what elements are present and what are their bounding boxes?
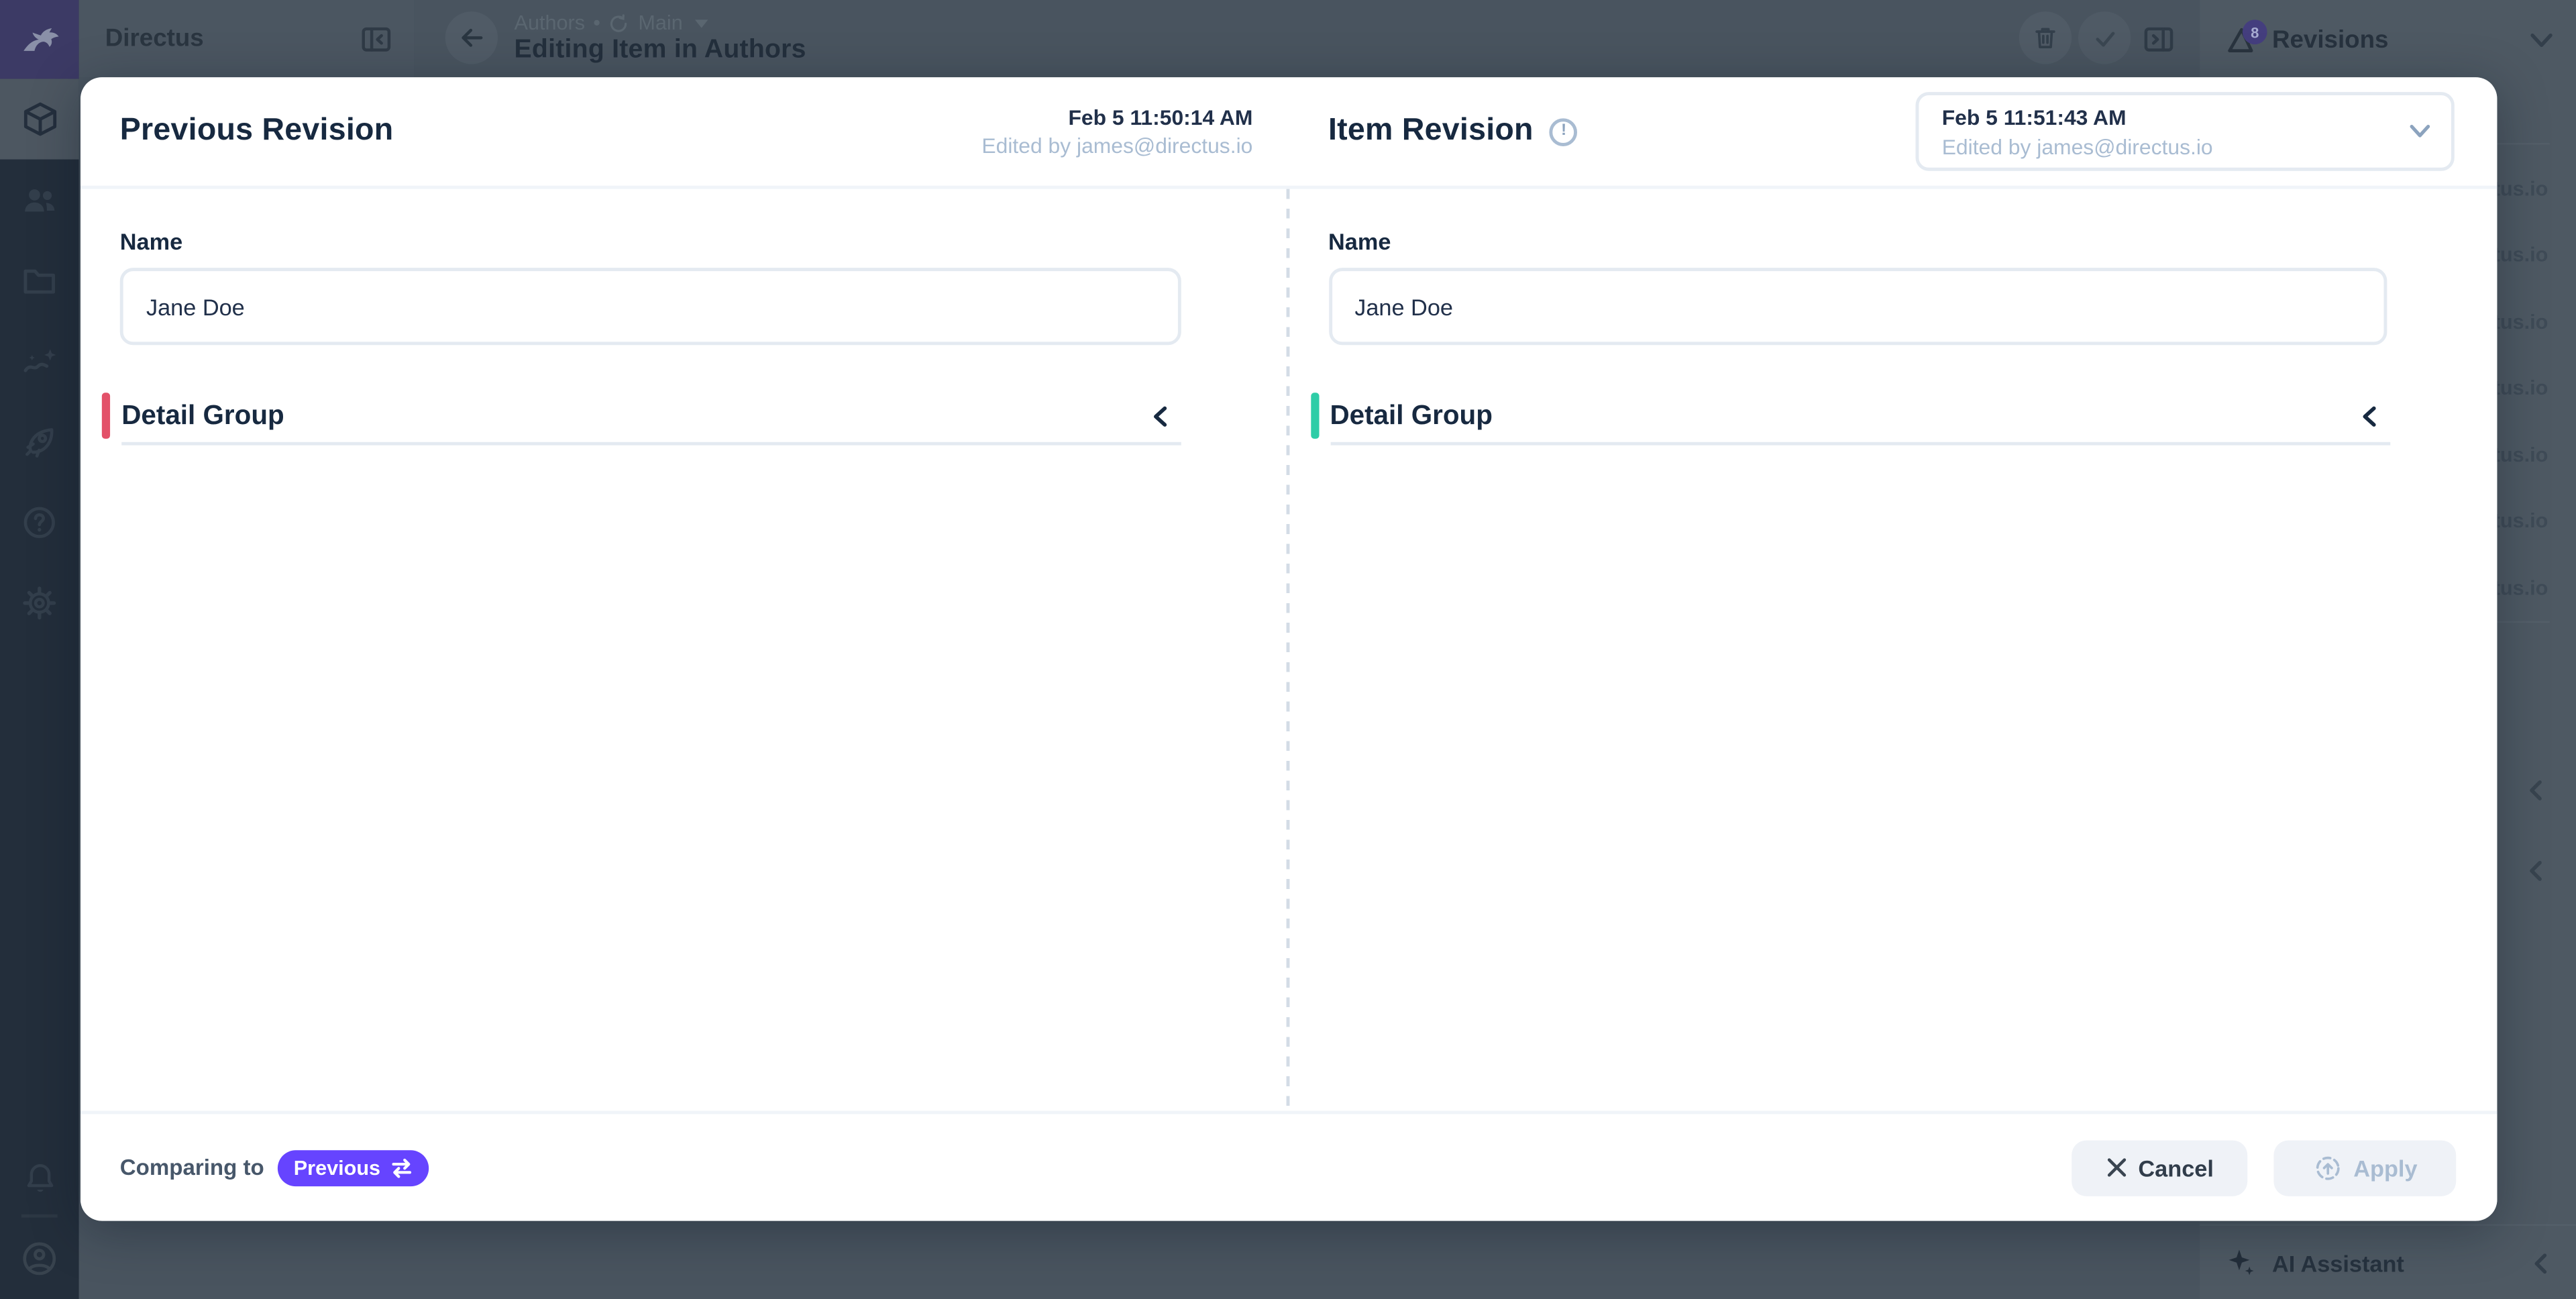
- module-content[interactable]: [0, 79, 79, 160]
- breadcrumb-separator: •: [593, 11, 600, 34]
- revision-compare-modal: Previous Revision Feb 5 11:50:14 AM Edit…: [80, 77, 2497, 1220]
- apply-upload-icon: [2312, 1153, 2342, 1182]
- revisions-panel-title: Revisions: [2272, 0, 2389, 82]
- detail-group-change-bar: [1310, 393, 1318, 439]
- ai-assistant-label: AI Assistant: [2272, 1226, 2404, 1299]
- module-users[interactable]: [0, 160, 79, 240]
- module-settings[interactable]: [0, 562, 79, 643]
- previous-revision-title: Previous Revision: [120, 113, 394, 150]
- previous-revision-pane: Name Detail Group: [80, 189, 1289, 1111]
- modal-header: Previous Revision Feb 5 11:50:14 AM Edit…: [80, 77, 2497, 189]
- breadcrumb-version[interactable]: Main: [638, 11, 682, 34]
- module-help[interactable]: [0, 482, 79, 562]
- page-title: Editing Item in Authors: [515, 36, 806, 66]
- chevron-left-icon[interactable]: [2527, 860, 2545, 882]
- module-marketplace[interactable]: [0, 401, 79, 482]
- nav-sidebar-header: Directus: [79, 0, 415, 77]
- apply-label: Apply: [2353, 1154, 2417, 1180]
- app-root: Directus Authors • Main Editing Item in …: [0, 0, 2576, 1299]
- version-caret-icon[interactable]: [694, 19, 708, 27]
- chevron-left-icon[interactable]: [2532, 1252, 2550, 1275]
- user-avatar-icon[interactable]: [0, 1234, 79, 1283]
- module-insights[interactable]: [0, 321, 79, 401]
- selected-revision-edited-by: Edited by james@directus.io: [1942, 133, 2392, 162]
- cancel-label: Cancel: [2138, 1154, 2213, 1180]
- save-button[interactable]: [2078, 11, 2131, 64]
- open-sidebar-icon[interactable]: [2141, 21, 2177, 58]
- item-revision-title: Item Revision: [1328, 113, 1534, 150]
- modal-body: Name Detail Group Name Detail Group: [80, 189, 2497, 1111]
- chevron-down-icon: [2408, 123, 2431, 140]
- item-revision-header: Item Revision ! Feb 5 11:51:43 AM Edited…: [1289, 77, 2497, 186]
- back-button[interactable]: [445, 11, 498, 64]
- version-sync-icon: [608, 12, 630, 34]
- detail-group-change-bar: [102, 393, 110, 439]
- previous-revision-timestamp: Feb 5 11:50:14 AM: [981, 103, 1252, 132]
- divider: [1330, 442, 2390, 446]
- compare-target-label: Previous: [294, 1156, 380, 1179]
- directus-rabbit-icon[interactable]: [0, 0, 79, 79]
- previous-revision-header: Previous Revision Feb 5 11:50:14 AM Edit…: [80, 77, 1289, 186]
- info-icon[interactable]: !: [1550, 117, 1578, 146]
- panes-dashed-divider: [1287, 189, 1290, 1111]
- modal-footer: Comparing to Previous Cancel Apply: [80, 1111, 2497, 1221]
- revisions-count-badge: 8: [2243, 19, 2267, 44]
- apply-button[interactable]: Apply: [2273, 1139, 2456, 1195]
- page-header: Authors • Main Editing Item in Authors: [414, 0, 2200, 77]
- previous-revision-meta: Feb 5 11:50:14 AM Edited by james@direct…: [981, 103, 1252, 159]
- name-field-input[interactable]: [120, 268, 1181, 345]
- sparkle-icon: [2226, 1247, 2255, 1277]
- project-name: Directus: [105, 0, 204, 77]
- revision-select-dropdown[interactable]: Feb 5 11:51:43 AM Edited by james@direct…: [1916, 92, 2455, 171]
- module-files[interactable]: [0, 240, 79, 321]
- breadcrumb-collection[interactable]: Authors: [515, 11, 586, 34]
- notifications-bell-icon[interactable]: [0, 1153, 79, 1202]
- divider: [21, 1214, 58, 1218]
- name-field-label: Name: [1328, 228, 1391, 254]
- close-icon: [2105, 1157, 2127, 1178]
- name-field-input[interactable]: [1328, 268, 2386, 345]
- delete-item-button[interactable]: [2019, 11, 2072, 64]
- collapse-nav-icon[interactable]: [358, 21, 394, 58]
- selected-revision-timestamp: Feb 5 11:51:43 AM: [1942, 103, 2392, 133]
- item-revision-pane: Name Detail Group: [1289, 189, 2497, 1111]
- module-bar: [0, 0, 79, 1299]
- divider: [121, 442, 1181, 446]
- detail-group-title: Detail Group: [1330, 399, 1492, 432]
- chevron-left-icon[interactable]: [1150, 404, 1169, 429]
- name-field-label: Name: [120, 228, 182, 254]
- chevron-left-icon[interactable]: [2527, 779, 2545, 802]
- swap-icon: [390, 1157, 412, 1177]
- compare-target-button[interactable]: Previous: [277, 1149, 428, 1186]
- ai-assistant-bar[interactable]: AI Assistant: [2200, 1224, 2576, 1299]
- breadcrumb[interactable]: Authors • Main: [515, 11, 708, 34]
- cancel-button[interactable]: Cancel: [2072, 1139, 2247, 1195]
- chevron-down-icon[interactable]: [2528, 32, 2555, 51]
- previous-revision-edited-by: Edited by james@directus.io: [981, 132, 1252, 160]
- detail-group-title: Detail Group: [121, 399, 284, 432]
- chevron-left-icon[interactable]: [2359, 404, 2378, 429]
- comparing-to-label: Comparing to: [120, 1155, 264, 1180]
